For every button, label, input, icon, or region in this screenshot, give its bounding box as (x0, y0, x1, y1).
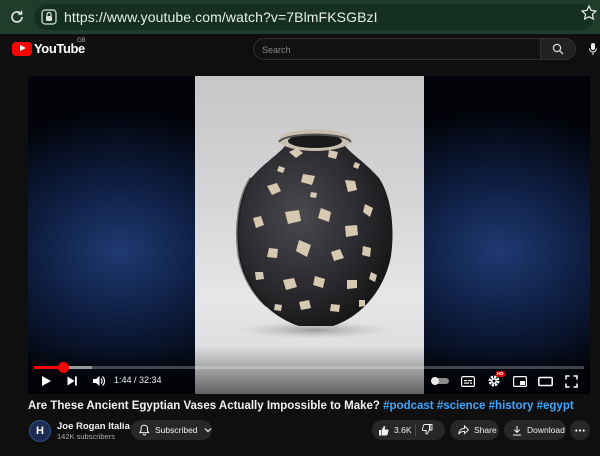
dislike-button[interactable] (422, 424, 433, 435)
search-button[interactable] (540, 38, 576, 60)
play-button[interactable] (36, 372, 56, 390)
theater-mode-icon (537, 376, 553, 386)
browser-toolbar: https://www.youtube.com/watch?v=7BlmFKSG… (0, 0, 600, 34)
volume-icon (92, 376, 105, 386)
subscribed-label: Subscribed (155, 425, 198, 435)
url-text[interactable]: https://www.youtube.com/watch?v=7BlmFKSG… (64, 9, 378, 25)
miniplayer-button[interactable] (510, 372, 530, 390)
next-button[interactable] (62, 372, 82, 390)
video-player[interactable]: 1:44 / 32:34 HD (28, 76, 590, 394)
like-count: 3.6K (394, 425, 412, 435)
address-bar[interactable]: https://www.youtube.com/watch?v=7BlmFKSG… (34, 4, 594, 30)
search-icon (552, 43, 564, 55)
download-label: Download (527, 425, 565, 435)
hd-badge: HD (496, 371, 505, 377)
channel-name[interactable]: Joe Rogan Italia (57, 421, 130, 432)
volume-button[interactable] (88, 372, 108, 390)
time-display: 1:44 / 32:34 (114, 375, 162, 385)
youtube-logo[interactable]: YouTube GB (12, 38, 86, 56)
more-actions-button[interactable] (570, 420, 590, 440)
youtube-masthead: YouTube GB (0, 34, 600, 64)
like-button[interactable]: 3.6K (378, 425, 412, 436)
like-dislike-group: 3.6K (372, 420, 445, 440)
subtitles-button[interactable] (458, 372, 478, 390)
autoplay-toggle[interactable] (429, 372, 451, 390)
hashtag-link[interactable]: #history (489, 400, 534, 412)
avatar-letter: H (36, 425, 44, 437)
settings-button[interactable]: HD (484, 371, 505, 390)
controls-gradient (28, 346, 590, 394)
like-divider (415, 424, 416, 436)
hashtag-link[interactable]: #egypt (537, 400, 574, 412)
next-icon (67, 376, 77, 386)
fullscreen-icon (564, 374, 578, 388)
thumbs-up-icon (379, 425, 389, 435)
bookmark-star-icon[interactable] (580, 4, 598, 22)
autoplay-toggle-icon (431, 377, 449, 385)
download-button[interactable]: Download (504, 420, 566, 440)
search-box (253, 38, 541, 60)
video-title-text: Are These Ancient Egyptian Vases Actuall… (28, 400, 380, 412)
hashtag-link[interactable]: #science (437, 400, 486, 412)
video-title: Are These Ancient Egyptian Vases Actuall… (28, 400, 598, 412)
country-code: GB (77, 38, 86, 44)
play-icon (42, 376, 51, 386)
progress-bar[interactable] (34, 362, 584, 373)
more-horizontal-icon (575, 428, 585, 432)
subscriber-count: 142K subscribers (57, 432, 115, 441)
search-input[interactable] (262, 42, 532, 57)
hashtag-link[interactable]: #podcast (383, 400, 434, 412)
share-icon (458, 425, 469, 435)
bell-icon (139, 424, 150, 436)
subscribed-button[interactable]: Subscribed (131, 420, 212, 440)
share-label: Share (474, 425, 497, 435)
site-info-icon[interactable] (40, 8, 58, 26)
download-icon (513, 425, 521, 436)
subtitles-icon (461, 375, 475, 387)
channel-avatar[interactable]: H (29, 420, 51, 442)
reload-icon[interactable] (6, 6, 28, 28)
thumbs-down-icon (422, 424, 433, 435)
share-button[interactable]: Share (450, 420, 499, 440)
miniplayer-icon (513, 375, 527, 387)
microphone-icon[interactable] (588, 42, 598, 56)
fullscreen-button[interactable] (561, 372, 581, 390)
theater-mode-button[interactable] (535, 372, 555, 390)
chevron-down-icon (204, 428, 211, 433)
youtube-play-logo-icon (12, 41, 32, 56)
